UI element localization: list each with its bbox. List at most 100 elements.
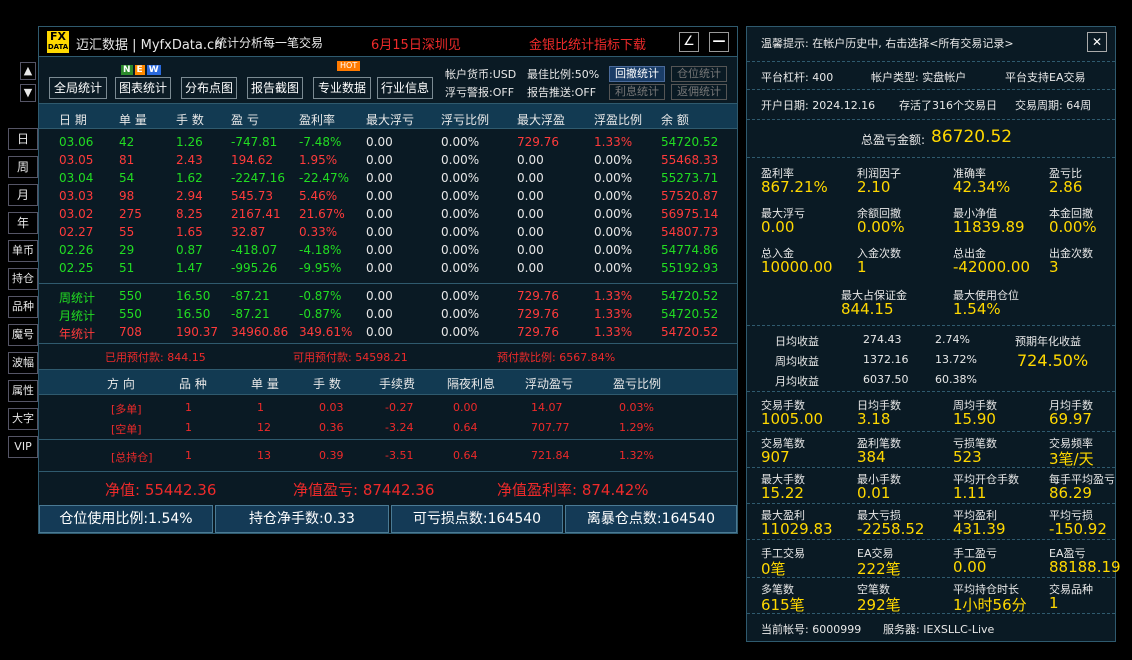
stat-value: 0.00% [857, 218, 905, 236]
section-divider [747, 613, 1115, 614]
table-cell: 03.04 [59, 171, 94, 185]
table-cell: 16.50 [176, 307, 211, 321]
table-cell: 1.26 [176, 135, 203, 149]
stat-value: 69.97 [1049, 410, 1092, 428]
table-cell: 54807.73 [661, 225, 719, 239]
interest-stats-button[interactable]: 利息统计 [609, 84, 665, 100]
return-cell: 周均收益 [775, 355, 819, 368]
table-cell: 03.03 [59, 189, 94, 203]
table-cell: 2.43 [176, 153, 203, 167]
section-divider [747, 325, 1115, 326]
position-cell: 1.29% [619, 421, 654, 434]
position-cell: [总持仓] [111, 451, 153, 464]
table-cell: 0.00% [441, 171, 480, 185]
table-cell: 0.00% [594, 171, 633, 185]
industry-info-button[interactable]: 行业信息 [377, 77, 433, 99]
table-cell: -9.95% [299, 261, 342, 275]
table-cell: 0.00 [517, 225, 544, 239]
position-cell: 1 [257, 401, 264, 414]
table-cell: 0.00 [366, 189, 393, 203]
scatter-plot-button[interactable]: 分布点图 [181, 77, 237, 99]
table-cell: 54720.52 [661, 307, 719, 321]
table-cell: 0.00% [594, 153, 633, 167]
nav-button-0[interactable]: 日 [8, 128, 38, 150]
table-cell: 0.00% [594, 207, 633, 221]
stat-value: -42000.00 [953, 258, 1030, 276]
stat-value: 292笔 [857, 596, 901, 614]
account-type: 帐户类型: 实盘帐户 [871, 71, 967, 84]
position-cell: 13 [257, 449, 271, 462]
event-link[interactable]: 6月15日深圳见 [371, 34, 461, 53]
table-cell: 1.33% [594, 325, 633, 339]
table-cell: 0.00 [366, 171, 393, 185]
global-stats-button[interactable]: 全局统计 [49, 77, 107, 99]
table-cell: 55 [119, 225, 135, 239]
drawdown-stats-button[interactable]: 回撤统计 [609, 66, 665, 82]
position-column-header: 品 种 [179, 377, 207, 391]
table-cell: 51 [119, 261, 135, 275]
nav-button-6[interactable]: 品种 [8, 296, 38, 318]
nav-button-7[interactable]: 魔号 [8, 324, 38, 346]
table-cell: 8.25 [176, 207, 203, 221]
table-cell: 02.26 [59, 243, 94, 257]
close-icon[interactable]: ✕ [1087, 32, 1107, 52]
position-cell: 0.00 [453, 401, 478, 414]
report-screenshot-button[interactable]: 报告截图 [247, 77, 303, 99]
table-cell: 02.25 [59, 261, 94, 275]
position-stats-button[interactable]: 仓位统计 [671, 66, 727, 82]
table-cell: 1.47 [176, 261, 203, 275]
position-column-header: 浮动盈亏 [525, 377, 574, 391]
nav-button-11[interactable]: VIP [8, 436, 38, 458]
column-header: 单 量 [119, 113, 147, 127]
return-cell: 2.74% [935, 333, 970, 346]
commission-stats-button[interactable]: 返佣统计 [671, 84, 727, 100]
table-row: 03.03 98 2.94 545.73 5.46% 0.00 0.00% 0.00 0.00%… [39, 187, 737, 205]
table-cell: 0.00 [366, 307, 393, 321]
position-cell: 0.64 [453, 421, 478, 434]
position-column-header: 单 量 [251, 377, 279, 391]
total-pnl-value: 86720.52 [931, 127, 1013, 147]
table-cell: 0.00 [517, 153, 544, 167]
table-cell: 0.00% [441, 189, 480, 203]
nav-button-2[interactable]: 月 [8, 184, 38, 206]
stat-value: 0.01 [857, 484, 891, 502]
table-cell: 0.00 [366, 207, 393, 221]
new-w-badge: W [146, 65, 161, 75]
table-cell: 545.73 [231, 189, 273, 203]
minimize-button[interactable]: — [709, 32, 729, 52]
table-cell: 0.00% [594, 225, 633, 239]
scroll-down-button[interactable]: ▼ [20, 84, 36, 102]
nav-button-5[interactable]: 持仓 [8, 268, 38, 290]
table-cell: 550 [119, 289, 142, 303]
stat-value: 384 [857, 448, 886, 466]
table-cell: 1.95% [299, 153, 338, 167]
table-cell: 周统计 [59, 291, 96, 305]
pro-data-button[interactable]: 专业数据 [313, 77, 371, 99]
nav-button-4[interactable]: 单币 [8, 240, 38, 262]
slogan-text: 统计分析每一笔交易 [215, 36, 324, 50]
table-cell: 0.00% [441, 225, 480, 239]
table-cell: 16.50 [176, 289, 211, 303]
table-cell: 0.00 [366, 243, 393, 257]
margin-level: 预付款比例: 6567.84% [497, 351, 616, 364]
download-link[interactable]: 金银比统计指标下载 [529, 34, 646, 53]
stat-value: 0.00% [1049, 218, 1097, 236]
nav-button-3[interactable]: 年 [8, 212, 38, 234]
position-cell: 0.64 [453, 449, 478, 462]
table-cell: 0.00 [517, 171, 544, 185]
table-cell: 0.00% [441, 307, 480, 321]
stat-value: 3.18 [857, 410, 891, 428]
table-cell: 0.00 [366, 325, 393, 339]
nav-button-10[interactable]: 大字 [8, 408, 38, 430]
stat-value: 15.22 [761, 484, 804, 502]
nav-button-1[interactable]: 周 [8, 156, 38, 178]
table-cell: 349.61% [299, 325, 353, 339]
table-cell: 0.00% [441, 153, 480, 167]
nav-button-9[interactable]: 属性 [8, 380, 38, 402]
return-cell: 13.72% [935, 353, 977, 366]
chart-stats-button[interactable]: 图表统计 [115, 77, 171, 99]
pencil-icon[interactable]: ∠ [679, 32, 699, 52]
nav-button-8[interactable]: 波幅 [8, 352, 38, 374]
return-cell: 月均收益 [775, 375, 819, 388]
scroll-up-button[interactable]: ▲ [20, 62, 36, 80]
